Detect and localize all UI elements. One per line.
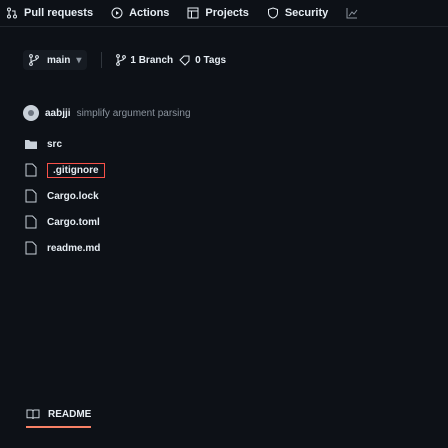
file-row-readme[interactable]: readme.md bbox=[23, 235, 283, 261]
branch-icon bbox=[116, 54, 127, 66]
nav-insights[interactable] bbox=[346, 7, 364, 19]
nav-actions-label: Actions bbox=[129, 7, 170, 19]
file-icon bbox=[23, 215, 39, 229]
file-icon bbox=[23, 189, 39, 203]
nav-security[interactable]: Security bbox=[267, 7, 328, 19]
commit-message[interactable]: simplify argument parsing bbox=[77, 108, 191, 119]
book-icon bbox=[26, 408, 40, 420]
tags-count: 0 Tags bbox=[195, 54, 227, 66]
file-row-src[interactable]: src bbox=[23, 131, 283, 157]
nav-security-label: Security bbox=[284, 7, 329, 19]
folder-icon bbox=[23, 138, 39, 150]
file-list: src .gitignore Cargo.lock Cargo.toml rea… bbox=[23, 131, 283, 261]
file-name: .gitignore bbox=[47, 162, 105, 178]
nav-pull-requests[interactable]: Pull requests bbox=[6, 7, 93, 19]
file-icon bbox=[23, 241, 39, 255]
branch-selector[interactable]: main ▾ bbox=[23, 50, 88, 70]
file-name: Cargo.toml bbox=[47, 216, 100, 228]
readme-label: README bbox=[48, 408, 92, 420]
file-row-cargo-toml[interactable]: Cargo.toml bbox=[23, 209, 283, 235]
tags-link[interactable]: 0 Tags bbox=[179, 54, 226, 66]
commit-author[interactable]: aabjji bbox=[45, 108, 71, 119]
chevron-down-icon: ▾ bbox=[76, 54, 82, 66]
branches-count: 1 Branch bbox=[130, 54, 174, 66]
nav-projects[interactable]: Projects bbox=[187, 7, 249, 19]
file-name: src bbox=[47, 138, 63, 150]
tag-icon bbox=[179, 54, 191, 66]
table-icon bbox=[187, 7, 199, 19]
divider bbox=[101, 52, 103, 68]
shield-icon bbox=[267, 7, 279, 19]
readme-tab[interactable]: README bbox=[26, 408, 92, 428]
play-circle-icon bbox=[111, 7, 123, 19]
graph-icon bbox=[346, 7, 358, 19]
nav-projects-label: Projects bbox=[205, 7, 249, 19]
avatar[interactable] bbox=[23, 105, 39, 121]
repo-nav: Pull requests Actions Projects Security bbox=[0, 0, 448, 27]
branch-icon bbox=[29, 54, 39, 66]
branch-bar: main ▾ 1 Branch 0 Tags bbox=[23, 50, 226, 70]
branch-name: main bbox=[47, 54, 71, 66]
file-row-gitignore[interactable]: .gitignore bbox=[23, 157, 283, 183]
latest-commit: aabjji simplify argument parsing bbox=[23, 105, 191, 121]
file-name: Cargo.lock bbox=[47, 190, 99, 202]
nav-actions[interactable]: Actions bbox=[111, 7, 169, 19]
file-icon bbox=[23, 163, 39, 177]
pull-request-icon bbox=[6, 7, 18, 19]
branches-link[interactable]: 1 Branch bbox=[116, 54, 173, 66]
file-row-cargo-lock[interactable]: Cargo.lock bbox=[23, 183, 283, 209]
file-name: readme.md bbox=[47, 242, 101, 254]
nav-pull-requests-label: Pull requests bbox=[24, 7, 94, 19]
